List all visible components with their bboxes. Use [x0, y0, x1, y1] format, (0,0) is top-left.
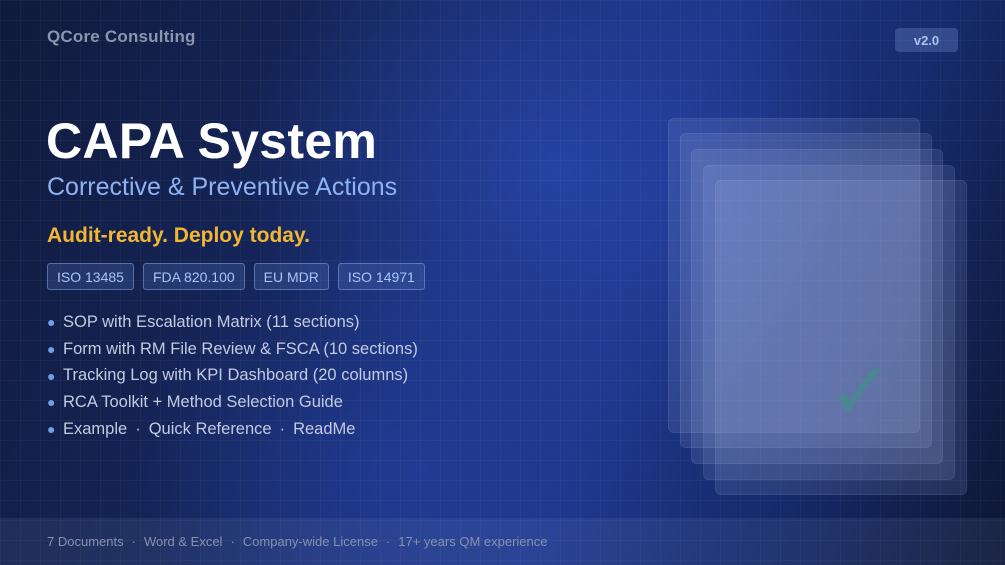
feature-list: ● SOP with Escalation Matrix (11 section…	[47, 309, 418, 442]
extra-item: Quick Reference	[148, 419, 272, 438]
document-sheet	[691, 149, 943, 464]
tagline: Audit-ready. Deploy today.	[47, 224, 310, 247]
document-sheet	[703, 165, 955, 480]
page-subtitle: Corrective & Preventive Actions	[47, 173, 398, 201]
standard-badge: ISO 13485	[47, 263, 134, 290]
list-item: ● RCA Toolkit + Method Selection Guide	[47, 389, 418, 416]
standard-badge: ISO 14971	[337, 263, 425, 290]
footer-item: 7 Documents	[47, 534, 124, 549]
list-item: ● SOP with Escalation Matrix (11 section…	[47, 309, 418, 336]
separator-dot: ·	[230, 534, 235, 549]
bullet-dot-icon: ●	[47, 367, 56, 384]
footer-item: 17+ years QM experience	[398, 534, 548, 549]
document-sheet	[680, 133, 932, 448]
version-badge: v2.0	[895, 28, 958, 52]
feature-text: Form with RM File Review & FSCA (10 sect…	[63, 339, 418, 358]
footer-bar: 7 Documents · Word & Excel · Company-wid…	[0, 518, 1005, 565]
document-sheet	[715, 180, 967, 495]
document-sheet	[668, 118, 920, 433]
feature-text: SOP with Escalation Matrix (11 sections)	[63, 312, 360, 331]
list-item: ● Tracking Log with KPI Dashboard (20 co…	[47, 362, 418, 389]
standard-badge: FDA 820.100	[142, 263, 245, 290]
feature-text: RCA Toolkit + Method Selection Guide	[63, 392, 343, 411]
separator-dot: ·	[131, 534, 136, 549]
feature-text: Tracking Log with KPI Dashboard (20 colu…	[63, 366, 409, 385]
footer-item: Company-wide License	[242, 534, 378, 549]
list-item: ● Example · Quick Reference · ReadMe	[47, 416, 418, 443]
separator-dot: ·	[279, 419, 286, 438]
page-title: CAPA System	[46, 113, 378, 169]
bullet-dot-icon: ●	[47, 394, 56, 411]
list-item: ● Form with RM File Review & FSCA (10 se…	[47, 336, 418, 363]
separator-dot: ·	[135, 419, 141, 438]
brand-name: QCore Consulting	[47, 27, 196, 46]
bullet-dot-icon: ●	[47, 421, 56, 438]
checkmark-icon: ✓	[828, 347, 894, 435]
extra-item: Example	[63, 419, 128, 438]
standard-badge: EU MDR	[253, 263, 329, 290]
standards-badges: ISO 13485 FDA 820.100 EU MDR ISO 14971	[47, 263, 425, 290]
extra-item: ReadMe	[293, 419, 356, 438]
footer-item: Word & Excel	[143, 534, 223, 549]
bullet-dot-icon: ●	[47, 341, 56, 358]
separator-dot: ·	[385, 534, 391, 549]
bullet-dot-icon: ●	[47, 314, 56, 331]
